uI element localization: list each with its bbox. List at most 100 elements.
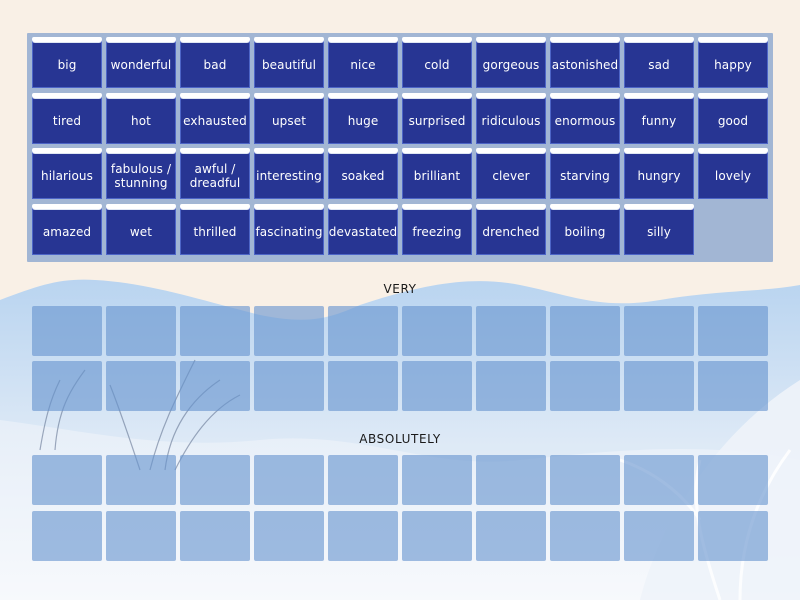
word-tile[interactable]: wet	[106, 204, 176, 255]
word-tile[interactable]: lovely	[698, 148, 768, 199]
drop-slot[interactable]	[624, 306, 694, 356]
drop-slot[interactable]	[402, 455, 472, 505]
word-tile[interactable]: happy	[698, 37, 768, 88]
word-tile[interactable]: bad	[180, 37, 250, 88]
drop-slot[interactable]	[180, 306, 250, 356]
snow-cap-decoration	[180, 148, 250, 153]
drop-slot[interactable]	[476, 306, 546, 356]
drop-slot[interactable]	[698, 511, 768, 561]
drop-slot[interactable]	[698, 455, 768, 505]
snow-cap-decoration	[106, 204, 176, 209]
word-tile[interactable]: nice	[328, 37, 398, 88]
drop-slot[interactable]	[624, 455, 694, 505]
snow-cap-decoration	[476, 148, 546, 153]
snow-cap-decoration	[328, 93, 398, 98]
drop-slot[interactable]	[254, 361, 324, 411]
word-tile[interactable]: good	[698, 93, 768, 144]
drop-slot[interactable]	[180, 361, 250, 411]
word-tile-label: gorgeous	[482, 58, 540, 72]
drop-slot[interactable]	[328, 455, 398, 505]
drop-slot[interactable]	[32, 455, 102, 505]
drop-slot[interactable]	[106, 455, 176, 505]
word-tile[interactable]: awful / dreadful	[180, 148, 250, 199]
word-tile[interactable]: clever	[476, 148, 546, 199]
word-tile[interactable]: cold	[402, 37, 472, 88]
drop-slot[interactable]	[254, 306, 324, 356]
word-tile-label: amazed	[42, 225, 92, 239]
drop-slot[interactable]	[180, 455, 250, 505]
word-tile[interactable]: freezing	[402, 204, 472, 255]
word-tile-label: interesting	[256, 169, 322, 183]
drop-slot[interactable]	[106, 306, 176, 356]
drop-slot[interactable]	[698, 306, 768, 356]
word-tile-label: silly	[647, 225, 671, 239]
word-tile[interactable]: huge	[328, 93, 398, 144]
drop-slot[interactable]	[698, 361, 768, 411]
word-tile-label: hungry	[637, 169, 681, 183]
snow-cap-decoration	[328, 37, 398, 42]
word-tile-label: ridiculous	[481, 114, 541, 128]
word-tile-label: beautiful	[261, 58, 317, 72]
word-tile-label: surprised	[408, 114, 466, 128]
word-tile[interactable]: tired	[32, 93, 102, 144]
word-tile[interactable]: hot	[106, 93, 176, 144]
word-tile[interactable]: wonderful	[106, 37, 176, 88]
word-tile[interactable]: upset	[254, 93, 324, 144]
word-tile[interactable]: beautiful	[254, 37, 324, 88]
drop-slot[interactable]	[254, 455, 324, 505]
drop-slot[interactable]	[550, 306, 620, 356]
snow-cap-decoration	[254, 148, 324, 153]
drop-slot[interactable]	[32, 511, 102, 561]
drop-slot[interactable]	[402, 361, 472, 411]
word-tile[interactable]: starving	[550, 148, 620, 199]
drop-slot[interactable]	[402, 306, 472, 356]
drop-slot[interactable]	[624, 361, 694, 411]
word-tile[interactable]: sad	[624, 37, 694, 88]
word-tile[interactable]: fascinating	[254, 204, 324, 255]
snow-cap-decoration	[328, 204, 398, 209]
word-tile-label: thrilled	[193, 225, 237, 239]
drop-slot[interactable]	[328, 511, 398, 561]
drop-slot[interactable]	[624, 511, 694, 561]
word-tile[interactable]: brilliant	[402, 148, 472, 199]
word-tile[interactable]: ridiculous	[476, 93, 546, 144]
word-tile[interactable]: hilarious	[32, 148, 102, 199]
word-tile[interactable]: surprised	[402, 93, 472, 144]
word-tile[interactable]: soaked	[328, 148, 398, 199]
word-tile[interactable]: astonished	[550, 37, 620, 88]
word-tile[interactable]: fabulous / stunning	[106, 148, 176, 199]
drop-slot[interactable]	[476, 361, 546, 411]
word-tile[interactable]: exhausted	[180, 93, 250, 144]
word-tile-label: wet	[129, 225, 153, 239]
word-tile[interactable]: hungry	[624, 148, 694, 199]
drop-slot[interactable]	[32, 306, 102, 356]
drop-slot[interactable]	[402, 511, 472, 561]
drop-slot[interactable]	[328, 361, 398, 411]
word-tile[interactable]: devastated	[328, 204, 398, 255]
word-tile[interactable]: drenched	[476, 204, 546, 255]
drop-slot[interactable]	[550, 455, 620, 505]
word-tile[interactable]: boiling	[550, 204, 620, 255]
word-tile[interactable]: silly	[624, 204, 694, 255]
snow-cap-decoration	[180, 93, 250, 98]
word-tile[interactable]: funny	[624, 93, 694, 144]
word-tile[interactable]: interesting	[254, 148, 324, 199]
drop-slot[interactable]	[476, 455, 546, 505]
drop-slot[interactable]	[106, 511, 176, 561]
word-tile[interactable]: big	[32, 37, 102, 88]
word-tile[interactable]: enormous	[550, 93, 620, 144]
word-tile[interactable]: amazed	[32, 204, 102, 255]
word-tile-label: fabulous / stunning	[110, 162, 172, 190]
word-tile[interactable]: gorgeous	[476, 37, 546, 88]
drop-slot[interactable]	[550, 511, 620, 561]
drop-slot[interactable]	[550, 361, 620, 411]
word-tile[interactable]: thrilled	[180, 204, 250, 255]
drop-slot[interactable]	[254, 511, 324, 561]
drop-slot[interactable]	[180, 511, 250, 561]
word-tile-label: happy	[714, 58, 752, 72]
drop-slot[interactable]	[476, 511, 546, 561]
word-tile-label: soaked	[341, 169, 385, 183]
drop-slot[interactable]	[328, 306, 398, 356]
drop-slot[interactable]	[106, 361, 176, 411]
drop-slot[interactable]	[32, 361, 102, 411]
